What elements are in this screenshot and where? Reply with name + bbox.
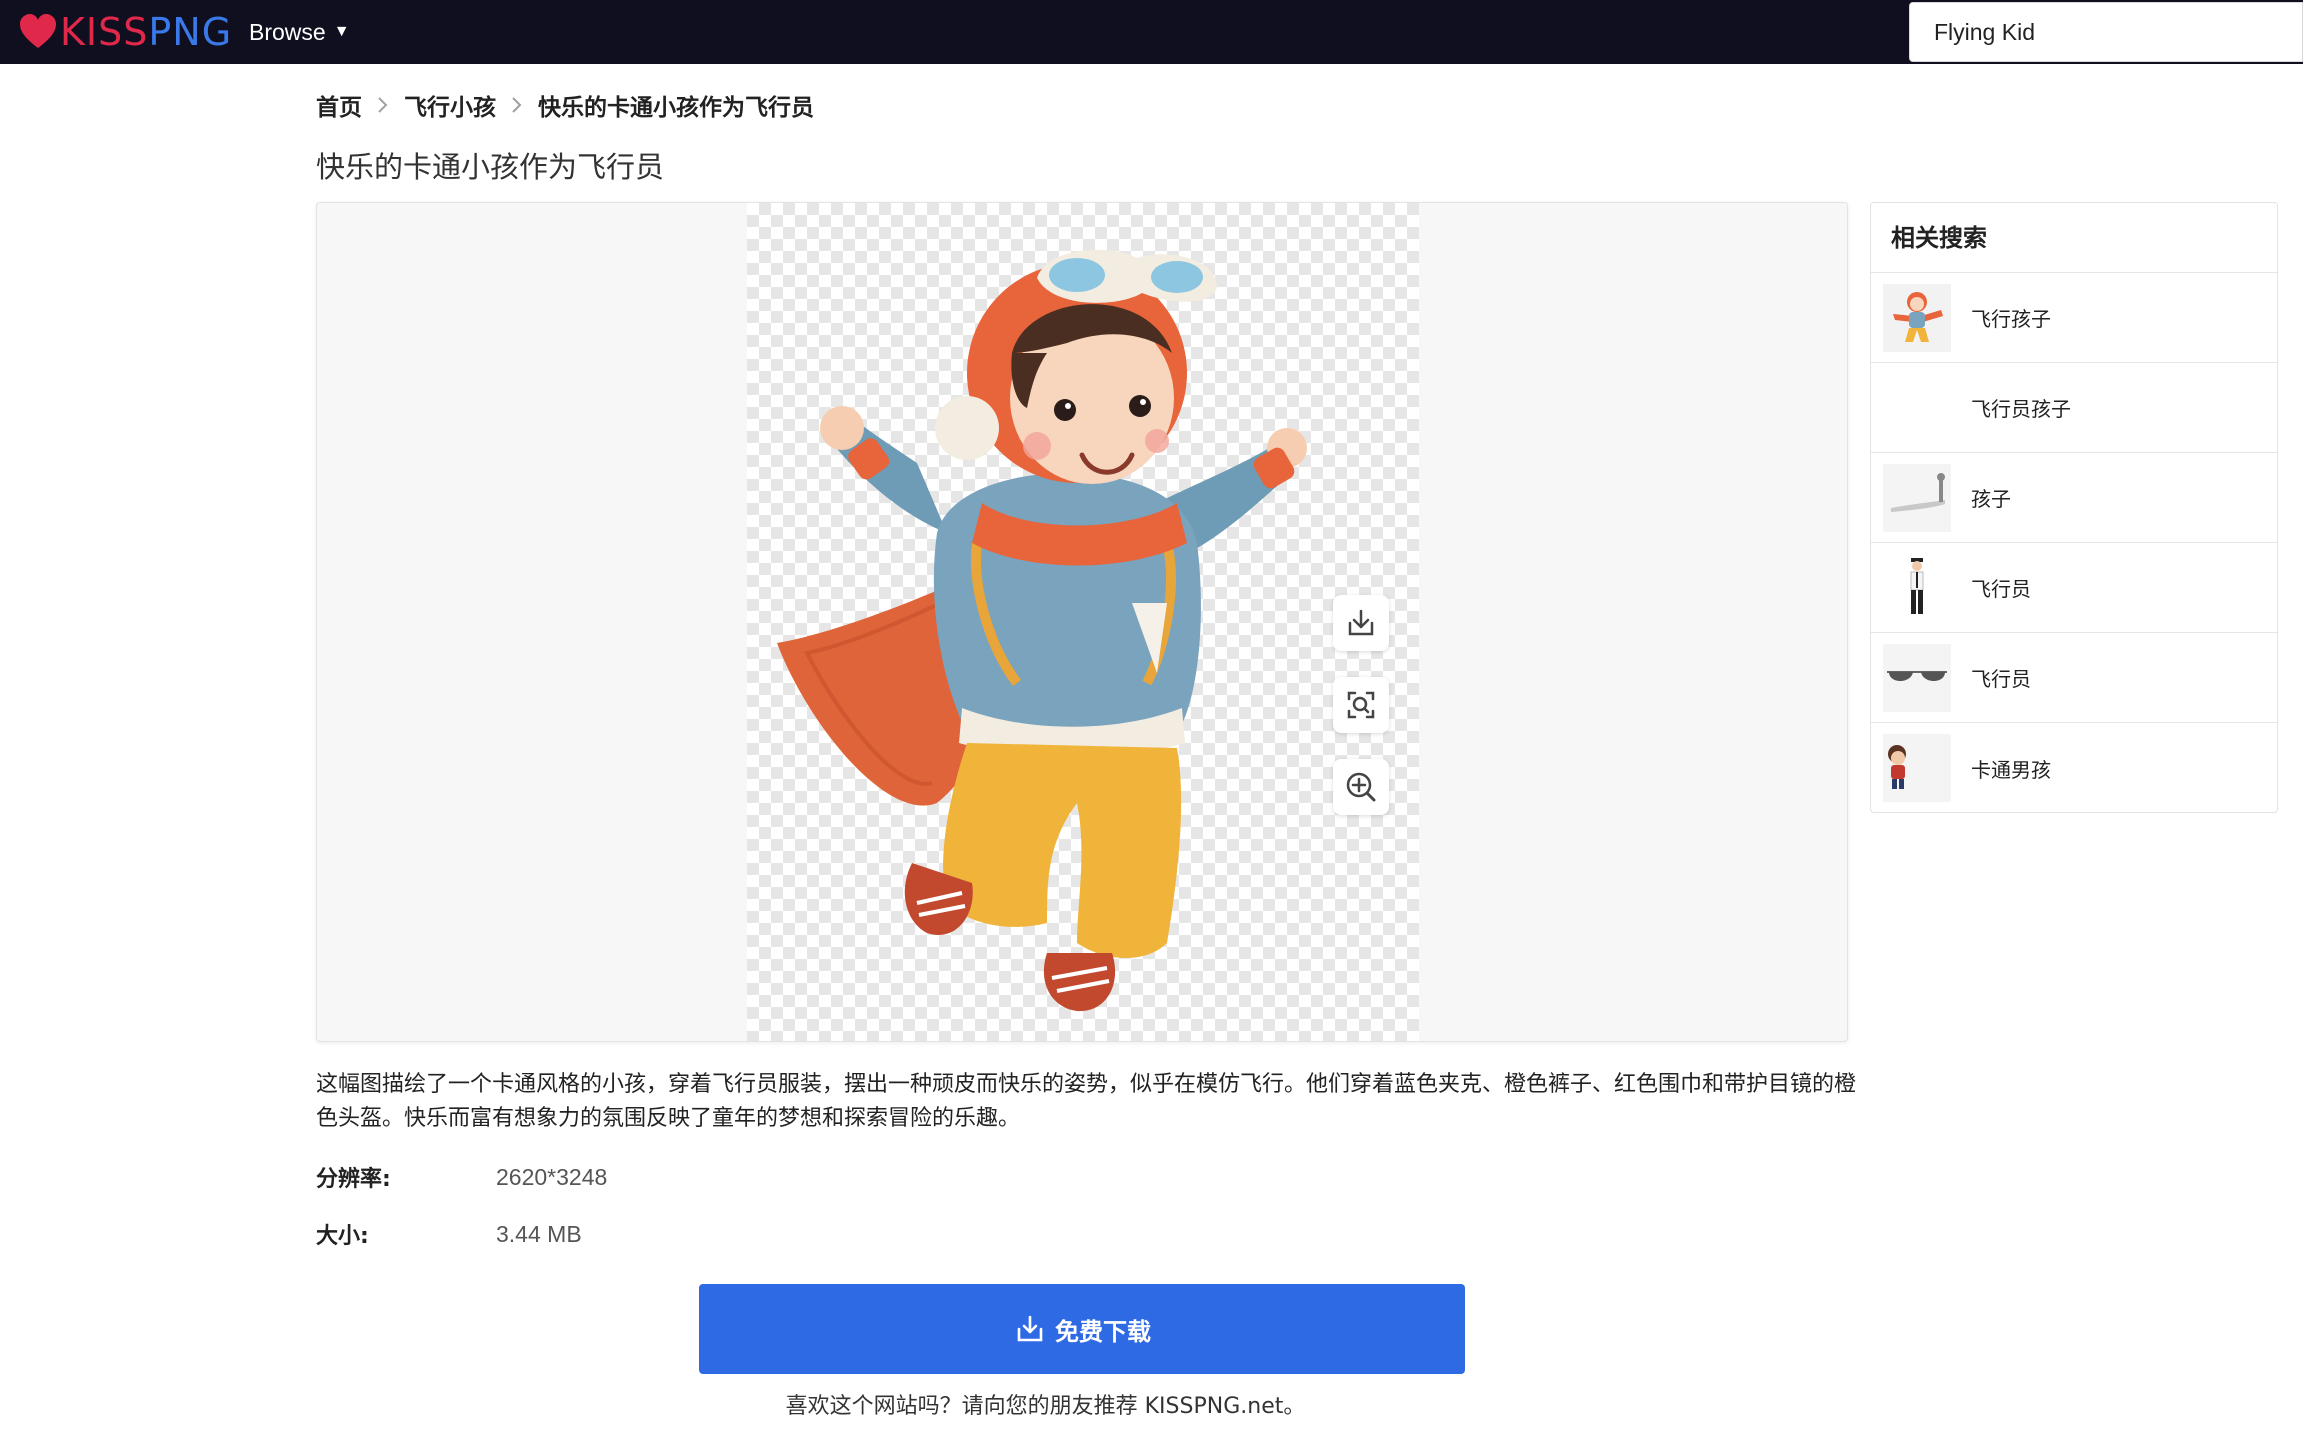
image-search-icon xyxy=(1347,691,1375,719)
cartoon-boy-thumbnail xyxy=(1883,734,1951,802)
brand-kiss-text: KISS xyxy=(60,10,149,54)
pilot-figure-thumbnail xyxy=(1883,554,1951,622)
related-searches-panel: 相关搜索 飞行孩子 飞行员孩子 孩子 飞行员 飞行员 卡通男孩 xyxy=(1870,202,2278,813)
page-title: 快乐的卡通小孩作为飞行员 xyxy=(316,150,665,184)
site-logo[interactable]: KISSPNG xyxy=(18,8,232,56)
related-item[interactable]: 飞行员 xyxy=(1871,543,2277,633)
image-search-button[interactable] xyxy=(1333,677,1389,733)
download-icon xyxy=(1017,1315,1043,1342)
breadcrumb-category[interactable]: 飞行小孩 xyxy=(404,88,496,122)
download-image-button[interactable] xyxy=(1333,595,1389,651)
related-item-label: 飞行员 xyxy=(1971,667,2031,691)
aviator-sunglasses-thumbnail xyxy=(1883,643,1951,712)
related-item-label: 飞行员 xyxy=(1971,577,2031,601)
breadcrumb-current[interactable]: 快乐的卡通小孩作为飞行员 xyxy=(538,88,814,122)
chevron-right-icon xyxy=(378,97,388,113)
size-value: 3.44 MB xyxy=(496,1220,582,1247)
flying-kid-image[interactable] xyxy=(747,203,1419,1042)
related-item-label: 飞行孩子 xyxy=(1971,307,2051,331)
related-item-label: 飞行员孩子 xyxy=(1971,397,2071,421)
related-item[interactable]: 孩子 xyxy=(1871,453,2277,543)
brand-name: KISSPNG xyxy=(60,8,232,56)
related-item[interactable]: 飞行孩子 xyxy=(1871,273,2277,363)
free-download-button[interactable]: 免费下载 xyxy=(699,1284,1465,1374)
related-item[interactable]: 飞行员 xyxy=(1871,633,2277,723)
image-preview-panel xyxy=(316,202,1848,1042)
footer-note-text: 喜欢这个网站吗？请向您的朋友推荐 KISSPNG.net。 xyxy=(785,1394,1306,1419)
flying-kid-thumbnail xyxy=(1883,283,1951,352)
resolution-value: 2620*3248 xyxy=(496,1163,608,1190)
related-item-label: 卡通男孩 xyxy=(1971,757,2051,782)
breadcrumb-home[interactable]: 首页 xyxy=(316,88,362,122)
search-input[interactable] xyxy=(1934,18,2294,46)
related-item-label: 孩子 xyxy=(1971,487,2011,511)
related-searches-title: 相关搜索 xyxy=(1871,203,2277,273)
resolution-row: 分辨率: 2620*3248 xyxy=(316,1160,607,1194)
kid-shadow-thumbnail xyxy=(1883,463,1951,532)
browse-label: Browse xyxy=(249,19,326,45)
zoom-in-icon xyxy=(1346,772,1376,802)
download-label: 免费下载 xyxy=(1055,1317,1151,1346)
related-item[interactable]: 卡通男孩 xyxy=(1871,723,2277,813)
caret-down-icon: ▼ xyxy=(333,23,350,40)
zoom-in-button[interactable] xyxy=(1333,759,1389,815)
brand-png-text: PNG xyxy=(148,10,233,54)
download-icon xyxy=(1348,609,1374,636)
size-row: 大小: 3.44 MB xyxy=(316,1217,582,1251)
size-label: 大小: xyxy=(316,1224,369,1249)
browse-menu-button[interactable]: Browse ▼ xyxy=(249,14,350,50)
resolution-label: 分辨率: xyxy=(316,1167,391,1192)
breadcrumb: 首页 飞行小孩 快乐的卡通小孩作为飞行员 xyxy=(316,88,814,122)
footer-recommend-note: 喜欢这个网站吗？请向您的朋友推荐 KISSPNG.net。 xyxy=(0,1388,2303,1420)
chevron-right-icon xyxy=(512,97,522,113)
heart-icon xyxy=(20,14,56,48)
image-description: 这幅图描绘了一个卡通风格的小孩，穿着飞行员服装，摆出一种顽皮而快乐的姿势，似乎在… xyxy=(316,1072,1857,1131)
empty-thumbnail xyxy=(1883,374,1951,442)
top-navbar: KISSPNG Browse ▼ xyxy=(0,0,2303,64)
search-box[interactable] xyxy=(1909,2,2303,62)
related-item[interactable]: 飞行员孩子 xyxy=(1871,363,2277,453)
